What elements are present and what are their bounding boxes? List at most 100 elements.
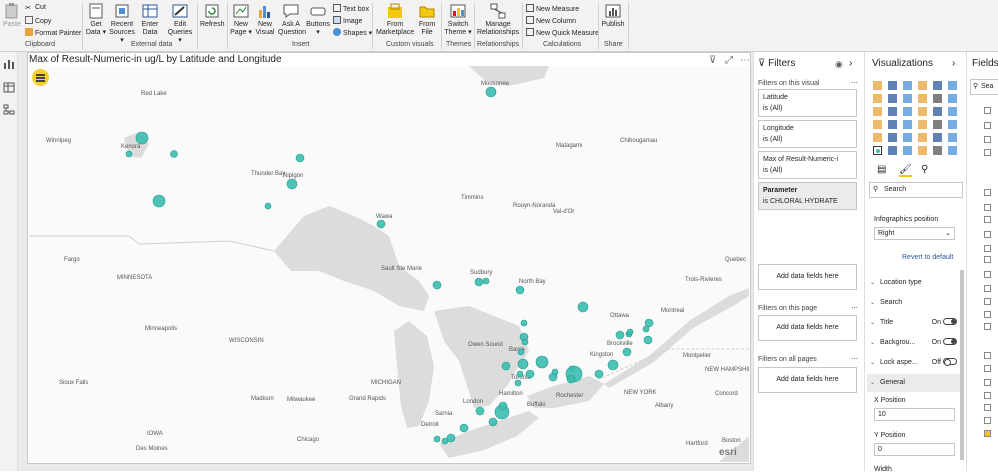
more-options-icon[interactable]: ⋯ [851, 304, 858, 312]
collapse-filters-icon[interactable]: › [849, 58, 852, 69]
viz-type-visual-23-icon[interactable] [948, 120, 957, 129]
infographics-position-select[interactable]: Right ⌄ [874, 227, 955, 240]
viz-type-visual-18-icon[interactable] [873, 120, 882, 129]
recent-sources-button[interactable]: Recent Sources ▾ [108, 2, 136, 45]
viz-type-ribbon-icon[interactable] [933, 94, 942, 103]
copy-button[interactable]: Copy [25, 16, 51, 26]
viz-type-visual-12-icon[interactable] [873, 107, 882, 116]
field-checkbox[interactable] [984, 417, 991, 424]
data-bubble-34[interactable] [521, 338, 529, 346]
get-data-button[interactable]: Get Data ▾ [85, 2, 107, 37]
viz-type-visual-33-icon[interactable] [918, 146, 927, 155]
viz-type-visual-17-icon[interactable] [948, 107, 957, 116]
data-bubble-3[interactable] [152, 194, 166, 208]
section-toggle[interactable]: On [932, 314, 957, 332]
data-bubble-39[interactable] [488, 417, 498, 427]
data-bubble-21[interactable] [607, 359, 619, 371]
section-backgrou[interactable]: ⌄ Backgrou... On [867, 334, 961, 352]
data-bubble-40[interactable] [475, 406, 485, 416]
publish-button[interactable]: Publish [601, 2, 625, 29]
field-checkbox[interactable] [984, 298, 991, 305]
field-checkbox[interactable] [984, 204, 991, 211]
ask-question-button[interactable]: Ask A Question [278, 2, 306, 37]
format-tab-icon[interactable]: 🖌 [899, 164, 912, 177]
more-options-icon[interactable]: ⋯ [851, 79, 858, 87]
data-bubble-7[interactable] [376, 219, 386, 229]
field-checkbox[interactable] [984, 392, 991, 399]
data-bubble-38[interactable] [498, 401, 508, 411]
viz-type-visual-29-icon[interactable] [948, 133, 957, 142]
data-bubble-41[interactable] [459, 423, 469, 433]
revert-to-default-link[interactable]: Revert to default [902, 254, 953, 261]
viz-type-visual-14-icon[interactable] [903, 107, 912, 116]
data-bubble-13[interactable] [577, 301, 589, 313]
viz-type-visual-20-icon[interactable] [903, 120, 912, 129]
collapse-viz-icon[interactable]: › [952, 58, 955, 69]
text-box-button[interactable]: Text box [333, 4, 369, 14]
new-column-button[interactable]: New Column [526, 16, 576, 26]
cut-button[interactable]: ✂ Cut [25, 4, 46, 13]
data-view-icon[interactable] [3, 82, 15, 93]
filter-card-latitude[interactable]: Latitude is (All) [758, 89, 857, 117]
data-bubble-17[interactable] [626, 328, 634, 336]
data-bubble-29[interactable] [525, 369, 535, 379]
viz-type-visual-21-icon[interactable] [918, 120, 927, 129]
field-checkbox[interactable] [984, 136, 991, 143]
data-bubble-9[interactable] [432, 280, 442, 290]
viz-type-line-column-icon[interactable] [918, 94, 927, 103]
new-page-button[interactable]: New Page ▾ [230, 2, 252, 37]
section-title[interactable]: ⌄ Title On [867, 314, 961, 332]
data-bubble-6[interactable] [264, 202, 272, 210]
edit-queries-button[interactable]: Edit Queries ▾ [166, 2, 194, 45]
field-checkbox[interactable] [984, 271, 991, 278]
section-search[interactable]: ⌄ Search [867, 294, 961, 312]
field-checkbox[interactable] [984, 107, 991, 114]
viz-type-visual-32-icon[interactable] [903, 146, 912, 155]
field-checkbox[interactable] [984, 323, 991, 330]
data-bubble-44[interactable] [501, 361, 511, 371]
viz-type-visual-16-icon[interactable] [933, 107, 942, 116]
viz-type-percent-bar-icon[interactable] [933, 81, 942, 90]
section-toggle[interactable]: Off [932, 354, 957, 372]
field-checkbox[interactable] [984, 404, 991, 411]
enter-data-button[interactable]: Enter Data [138, 2, 162, 37]
data-bubble-11[interactable] [482, 277, 490, 285]
viz-type-visual-19-icon[interactable] [888, 120, 897, 129]
data-bubble-27[interactable] [551, 368, 559, 376]
add-all-pages-filter-field[interactable]: Add data fields here [758, 367, 857, 393]
viz-type-visual-26-icon[interactable] [903, 133, 912, 142]
report-view-icon[interactable] [3, 58, 15, 69]
data-bubble-19[interactable] [643, 335, 653, 345]
field-checkbox[interactable] [984, 365, 991, 372]
data-bubble-36[interactable] [514, 379, 522, 387]
viz-type-visual-15-icon[interactable] [918, 107, 927, 116]
viz-type-selected-map-icon[interactable] [873, 146, 882, 155]
add-page-filter-field[interactable]: Add data fields here [758, 315, 857, 341]
map-area[interactable]: Red Lake Winnipeg Kenora Moosonee Matagami Ch… [29, 66, 749, 462]
viz-type-percent-column-icon[interactable] [948, 81, 957, 90]
format-painter-button[interactable]: Format Painter [25, 28, 81, 38]
data-bubble-45[interactable] [441, 437, 449, 445]
data-bubble-31[interactable] [517, 348, 525, 356]
switch-theme-button[interactable]: Switch Theme ▾ [444, 2, 472, 37]
filter-card-parameter[interactable]: Parameter is CHLORAL HYDRATE [758, 182, 857, 210]
menu-button[interactable] [32, 69, 49, 86]
more-options-icon[interactable]: ⋯ [851, 355, 858, 363]
add-visual-filter-field[interactable]: Add data fields here [758, 264, 857, 290]
field-checkbox[interactable] [984, 122, 991, 129]
y-position-input[interactable]: 0 [874, 443, 955, 456]
model-view-icon[interactable] [3, 104, 15, 115]
from-marketplace-button[interactable]: From Marketplace [376, 2, 414, 37]
x-position-input[interactable]: 10 [874, 408, 955, 421]
data-bubble-0[interactable] [135, 131, 149, 145]
map-visual[interactable]: Max of Result-Numeric-in ug/L by Latitud… [27, 52, 751, 464]
image-button[interactable]: Image [333, 16, 362, 26]
viz-pane-scrollbar[interactable] [960, 270, 964, 460]
viz-type-visual-25-icon[interactable] [888, 133, 897, 142]
more-options-icon[interactable]: ⋯ [740, 55, 750, 66]
field-checkbox[interactable] [984, 231, 991, 238]
viz-type-clustered-bar-icon[interactable] [903, 81, 912, 90]
field-checkbox[interactable] [984, 352, 991, 359]
viz-type-visual-28-icon[interactable] [933, 133, 942, 142]
field-checkbox[interactable] [984, 245, 991, 252]
